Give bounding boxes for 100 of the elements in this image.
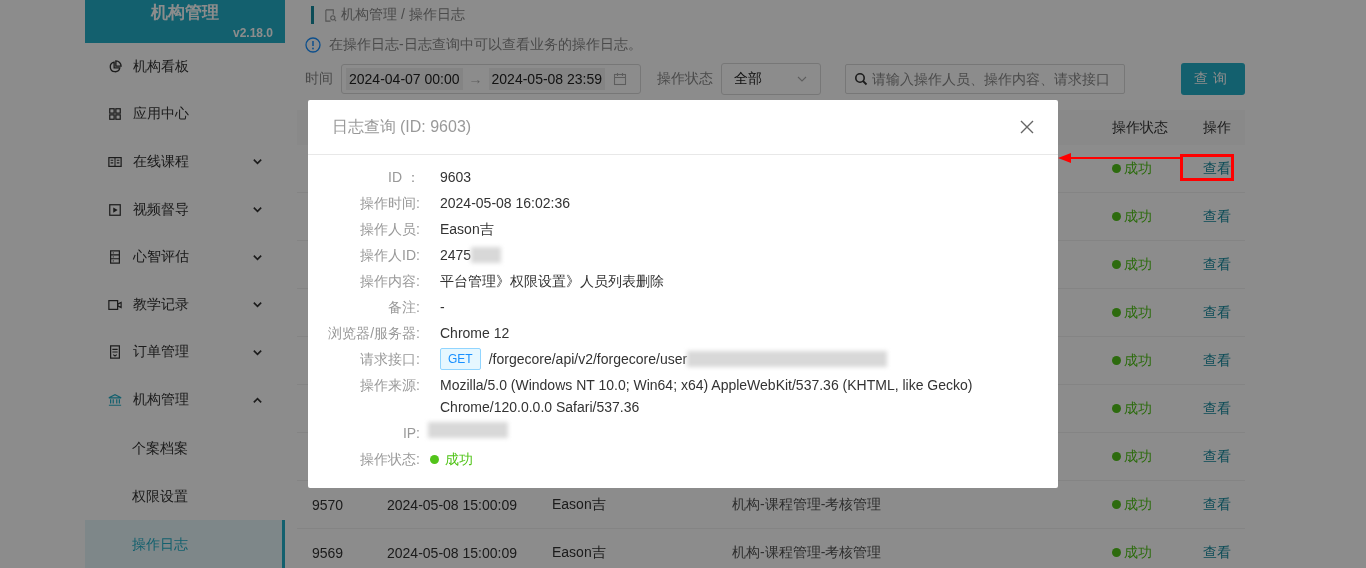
status-text: 成功 — [1124, 255, 1152, 274]
field-label: 操作状态: — [359, 450, 420, 469]
status-text: 成功 — [445, 450, 473, 469]
table-cell: 2024-05-08 15:00:09 — [387, 496, 517, 513]
status-select[interactable]: 全部 — [721, 63, 821, 95]
dialog-title: 日志查询 — [332, 116, 396, 137]
list-icon — [108, 250, 122, 265]
date-range-field[interactable]: 2024-04-07 00:00 → 2024-05-08 23:59 — [341, 64, 641, 94]
field-value: 平台管理》权限设置》人员列表删除 — [440, 272, 664, 291]
grid-icon — [108, 107, 122, 122]
table-cell: 9569 — [312, 544, 344, 561]
status-text: 成功 — [1124, 351, 1152, 370]
nav-item[interactable]: 订单管理 — [85, 328, 285, 377]
bank-icon — [108, 393, 122, 408]
table-cell: 9570 — [312, 496, 344, 513]
status-dot — [1112, 500, 1121, 509]
status-text: 成功 — [1124, 207, 1152, 226]
nav-label: 订单管理 — [133, 343, 190, 362]
video-camera-icon — [108, 297, 122, 312]
field-value: Eason吉 — [440, 220, 494, 239]
status-dot — [1112, 308, 1121, 317]
status-text: 成功 — [1124, 543, 1152, 562]
version-label: v2.18.0 — [232, 25, 273, 41]
nav-item[interactable]: 在线课程 — [85, 138, 285, 186]
nav-label: 应用中心 — [133, 105, 190, 124]
nav-item[interactable]: 应用中心 — [85, 90, 285, 138]
field-label: 操作时间: — [359, 194, 420, 213]
view-link[interactable]: 查看 — [1203, 543, 1231, 560]
field-label: 操作人ID: — [359, 246, 420, 265]
field-label: ID ： — [387, 168, 420, 187]
search-icon — [854, 72, 868, 86]
field-label: 操作来源: — [359, 376, 420, 395]
filter-label: 操作状态 — [657, 70, 713, 88]
status-dot — [1112, 212, 1121, 221]
field-label: 浏览器/服务器: — [327, 324, 420, 343]
chevron-icon — [252, 204, 263, 215]
nav-item[interactable]: 教学记录 — [85, 281, 285, 329]
dialog-subtitle: (ID: 9603) — [400, 118, 472, 136]
status-text: 成功 — [1124, 303, 1152, 322]
view-link[interactable]: 查看 — [1203, 447, 1231, 464]
table-cell: 2024-05-08 15:00:09 — [387, 544, 517, 561]
field-value: 2475 — [440, 246, 472, 265]
document-search-icon — [324, 8, 337, 22]
nav-label: 视频督导 — [133, 200, 190, 219]
field-value: Chrome 12 — [440, 324, 510, 343]
field-value: 2024-05-08 16:02:36 — [440, 194, 570, 213]
field-value: Mozilla/5.0 (Windows NT 10.0; Win64; x64) AppleWebKit/537.36 (KHTML, like Gecko) Chrome/120.0.0.0 Safari/537.36 — [440, 376, 974, 417]
nav-label: 心智评估 — [133, 248, 190, 267]
field-label: 请求接口: — [359, 350, 420, 369]
nav-label: 机构看板 — [133, 57, 190, 76]
view-link[interactable]: 查看 — [1203, 399, 1231, 416]
view-link[interactable]: 查看 — [1203, 255, 1231, 272]
nav-item[interactable]: 机构管理 — [85, 376, 285, 424]
view-link[interactable]: 查看 — [1203, 495, 1231, 512]
status-dot — [430, 454, 439, 464]
status-dot — [1112, 260, 1121, 269]
nav-subitem[interactable]: 权限设置 — [85, 471, 285, 520]
close-icon[interactable] — [1020, 120, 1034, 134]
breadcrumb: 机构管理 / 操作日志 — [341, 6, 465, 24]
field-value: /forgecore/api/v2/forgecore/user — [488, 350, 688, 369]
table-cell: Eason吉 — [552, 543, 606, 560]
column-header: 操作 — [1202, 118, 1232, 137]
method-tag: GET — [440, 348, 481, 370]
field-label: 备注: — [387, 298, 420, 317]
status-dot — [1112, 548, 1121, 557]
view-link[interactable]: 查看 — [1203, 159, 1231, 176]
status-text: 成功 — [1124, 399, 1152, 418]
play-icon — [108, 202, 122, 217]
view-link[interactable]: 查看 — [1203, 207, 1231, 224]
notice-text: 在操作日志-日志查询中可以查看业务的操作日志。 — [329, 36, 642, 54]
nav-item[interactable]: 机构看板 — [85, 42, 285, 91]
status-dot — [1112, 164, 1121, 173]
column-header: 操作状态 — [1112, 118, 1169, 137]
nav-label: 在线课程 — [133, 152, 190, 171]
nav-subitem[interactable]: 个案档案 — [85, 423, 285, 472]
filter-label: 时间 — [305, 70, 333, 88]
chevron-icon — [252, 394, 263, 406]
status-dot — [1112, 404, 1121, 413]
range-separator: → — [468, 71, 483, 87]
nav-item[interactable]: 视频督导 — [85, 185, 285, 234]
table-cell: 机构-课程管理-考核管理 — [732, 495, 882, 512]
nav-item[interactable]: 心智评估 — [85, 233, 285, 281]
view-link[interactable]: 查看 — [1203, 351, 1231, 368]
table-cell: 机构-课程管理-考核管理 — [732, 543, 882, 560]
book-icon — [108, 154, 122, 169]
field-value: - — [440, 298, 445, 317]
app-title: 机构管理 — [151, 2, 219, 24]
redaction-blur — [471, 247, 502, 263]
table-cell: Eason吉 — [552, 495, 606, 512]
status-dot — [1112, 452, 1121, 461]
receipt-icon — [108, 345, 122, 360]
highlight-frame — [1180, 154, 1234, 181]
field-label: 操作人员: — [359, 220, 420, 239]
field-label: IP: — [401, 424, 420, 443]
info-icon — [305, 37, 321, 53]
status-text: 成功 — [1124, 495, 1152, 514]
status-text: 成功 — [1124, 447, 1152, 466]
view-link[interactable]: 查看 — [1203, 303, 1231, 320]
nav-label: 教学记录 — [133, 295, 190, 314]
pie-chart-icon — [108, 59, 122, 74]
